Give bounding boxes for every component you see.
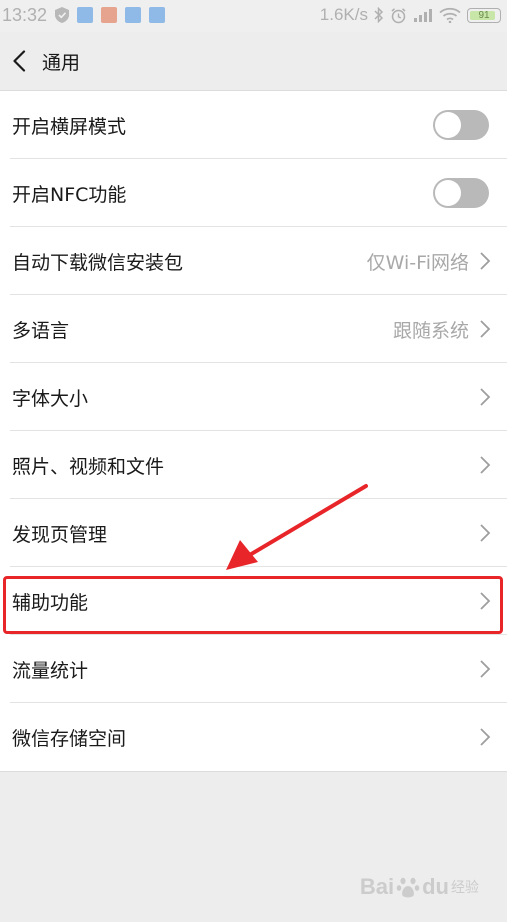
- header: 通用: [0, 32, 507, 90]
- settings-item-font-size[interactable]: 字体大小: [0, 363, 507, 431]
- signal-icon: [414, 9, 432, 22]
- watermark-sub: 经验: [451, 879, 479, 895]
- notification-icons: [55, 7, 165, 23]
- chevron-right-icon: [480, 524, 491, 542]
- settings-item-label: 流量统计: [12, 659, 89, 682]
- status-right: 1.6K/s 91: [320, 5, 501, 25]
- chevron-right-icon: [480, 728, 491, 746]
- watermark-brand-suffix: du: [422, 874, 449, 899]
- nfc-toggle[interactable]: [433, 178, 489, 208]
- chevron-right-icon: [480, 660, 491, 678]
- bluetooth-icon: [374, 7, 384, 23]
- landscape-mode-toggle[interactable]: [433, 110, 489, 140]
- chevron-right-icon: [480, 456, 491, 474]
- settings-item-value: 跟随系统: [392, 319, 469, 342]
- settings-item-label: 辅助功能: [12, 591, 89, 614]
- page-title: 通用: [42, 52, 81, 74]
- baidu-watermark: Bai du 经验: [360, 874, 479, 900]
- settings-item-label: 照片、视频和文件: [12, 455, 165, 478]
- settings-item-label: 多语言: [12, 319, 70, 342]
- settings-item-storage[interactable]: 微信存储空间: [0, 703, 507, 771]
- toggle-knob: [435, 180, 461, 206]
- chevron-left-icon: [13, 50, 26, 72]
- chevron-right-icon: [480, 592, 491, 610]
- battery-level: 91: [478, 9, 490, 21]
- paw-icon: [396, 877, 420, 898]
- app-notification-icon: [149, 7, 165, 23]
- shield-icon: [55, 7, 69, 23]
- settings-item-label: 开启NFC功能: [12, 183, 127, 206]
- settings-item-accessibility[interactable]: 辅助功能: [0, 567, 507, 635]
- chevron-right-icon: [480, 388, 491, 406]
- status-bar: 13:32 1.6K/s 91: [0, 0, 507, 32]
- network-speed: 1.6K/s: [319, 5, 368, 24]
- settings-item-label: 微信存储空间: [12, 727, 127, 750]
- settings-item-value: 仅Wi-Fi网络: [366, 251, 469, 274]
- settings-item-media-files[interactable]: 照片、视频和文件: [0, 431, 507, 499]
- alarm-icon: [391, 7, 406, 23]
- settings-item-label: 字体大小: [12, 387, 89, 410]
- settings-item-label: 自动下载微信安装包: [12, 251, 184, 274]
- wifi-icon: [439, 7, 461, 23]
- battery-icon: 91: [467, 7, 501, 23]
- chevron-right-icon: [480, 320, 491, 338]
- settings-item-language[interactable]: 多语言 跟随系统: [0, 295, 507, 363]
- settings-item-nfc[interactable]: 开启NFC功能: [0, 159, 507, 227]
- toggle-knob: [435, 112, 461, 138]
- back-button[interactable]: [6, 46, 32, 76]
- app-notification-icon: [101, 7, 117, 23]
- settings-item-label: 开启横屏模式: [12, 115, 127, 138]
- status-time: 13:32: [2, 5, 48, 25]
- screen: 13:32 1.6K/s 91 通用 开启横屏模式 开启NFC功能 自动下载微信…: [0, 0, 507, 922]
- chevron-right-icon: [480, 252, 491, 270]
- settings-item-discover-management[interactable]: 发现页管理: [0, 499, 507, 567]
- settings-item-label: 发现页管理: [12, 523, 108, 546]
- app-notification-icon: [77, 7, 93, 23]
- settings-item-landscape-mode[interactable]: 开启横屏模式: [0, 91, 507, 159]
- watermark-brand: Bai: [359, 874, 395, 899]
- app-notification-icon: [125, 7, 141, 23]
- settings-list: 开启横屏模式 开启NFC功能 自动下载微信安装包 仅Wi-Fi网络 多语言 跟随…: [0, 90, 507, 772]
- settings-item-auto-download[interactable]: 自动下载微信安装包 仅Wi-Fi网络: [0, 227, 507, 295]
- settings-item-data-usage[interactable]: 流量统计: [0, 635, 507, 703]
